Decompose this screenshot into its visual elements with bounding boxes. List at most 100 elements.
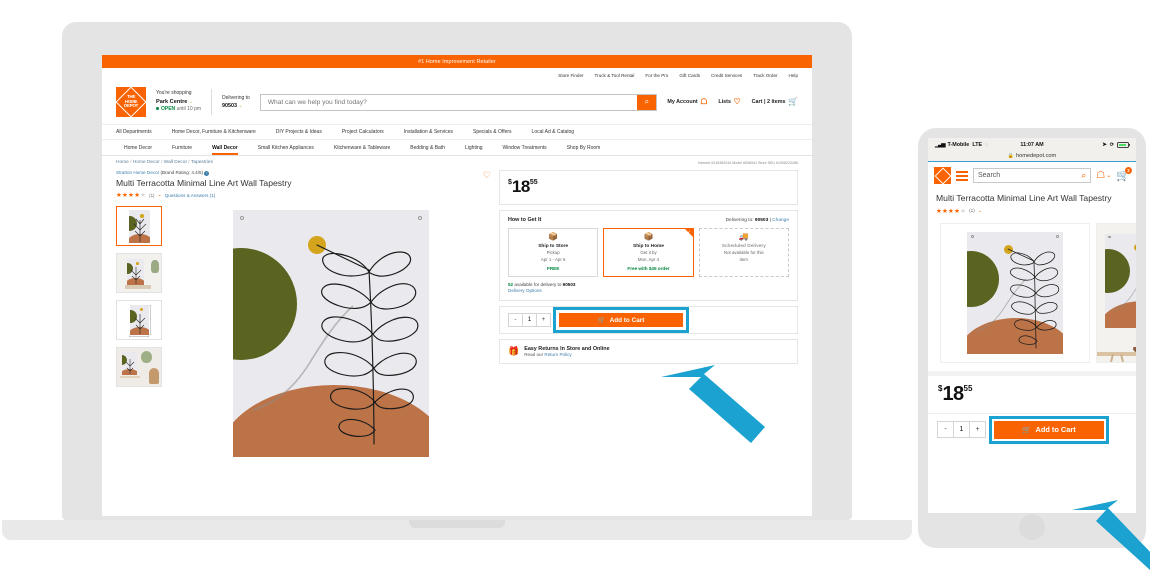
hamburger-menu-icon[interactable] bbox=[956, 170, 968, 181]
breadcrumb-row: Home / Home Decor / Wall Decor / Tapestr… bbox=[102, 156, 812, 167]
cart-label: Cart | 2 items bbox=[751, 99, 786, 105]
nav-home-decor-furniture[interactable]: Home Decor, Furniture & Kitchenware bbox=[172, 129, 256, 135]
utility-link-for-the-pro[interactable]: For the Pro bbox=[645, 73, 668, 78]
brand-name[interactable]: Stratton Home Decor bbox=[116, 170, 159, 175]
review-count: (1) bbox=[969, 208, 975, 214]
nav-local-ad-catalog[interactable]: Local Ad & Catalog bbox=[532, 129, 575, 135]
fulfillment-option-ship-to-store[interactable]: 📦 Ship to Store Pickup Apr 1 - Apr 6 FREE bbox=[508, 228, 599, 278]
quantity-stepper[interactable]: - 1 + bbox=[937, 421, 986, 439]
easy-returns-card: 🎁 Easy Returns In Store and Online Read … bbox=[499, 339, 798, 365]
wishlist-heart-icon[interactable]: ♡ bbox=[483, 170, 491, 181]
ios-status-bar: ▁▃▅ T-Mobile LTE ◌ 11:07 AM ➤ ⟳ bbox=[928, 138, 1136, 151]
fulfillment-option-ship-to-home[interactable]: 📦 Ship to Home Get it byMon, Apr 4 Free … bbox=[603, 228, 694, 278]
chevron-down-icon[interactable]: ⌄ bbox=[158, 192, 162, 198]
search-icon[interactable]: ⌕ bbox=[1081, 170, 1086, 181]
utility-link-store-finder[interactable]: Store Finder bbox=[558, 73, 583, 78]
phone-home-button[interactable] bbox=[1019, 514, 1045, 540]
breadcrumb-home[interactable]: Home bbox=[116, 160, 129, 165]
carousel-slide-1[interactable] bbox=[940, 222, 1090, 363]
breadcrumb-wall-decor[interactable]: Wall Decor bbox=[164, 160, 187, 165]
arrow-pointing-to-desktop-add-to-cart bbox=[661, 365, 765, 443]
url-text: homedepot.com bbox=[1016, 153, 1057, 159]
subnav-small-kitchen-appliances[interactable]: Small Kitchen Appliances bbox=[258, 145, 314, 151]
carousel-slide-2[interactable] bbox=[1096, 222, 1136, 363]
return-policy-link[interactable]: Return Policy bbox=[544, 352, 571, 357]
quantity-decrease-button[interactable]: - bbox=[509, 314, 522, 326]
site-header: THE HOME DEPOT You're shopping Park Centre… bbox=[102, 83, 812, 124]
wifi-icon: ◌ bbox=[985, 141, 989, 148]
thumbnail-3[interactable] bbox=[116, 300, 162, 340]
quantity-value[interactable]: 1 bbox=[953, 422, 970, 438]
mobile-add-to-cart-row: - 1 + 🛒 Add to Cart bbox=[928, 412, 1136, 446]
availability-zip: 90503 bbox=[562, 282, 576, 288]
subnav-window-treatments[interactable]: Window Treatments bbox=[503, 145, 547, 151]
chevron-down-icon[interactable]: ⌄ bbox=[978, 208, 982, 214]
info-icon[interactable]: i bbox=[204, 171, 210, 176]
search-bar[interactable]: ⌕ bbox=[259, 93, 658, 111]
chevron-down-icon: ⌄ bbox=[188, 98, 193, 105]
breadcrumb-tapestries[interactable]: Tapestries bbox=[191, 160, 213, 165]
breadcrumb: Home / Home Decor / Wall Decor / Tapestr… bbox=[116, 160, 213, 165]
quantity-value[interactable]: 1 bbox=[522, 314, 537, 327]
my-account-button[interactable]: My Account ☖ bbox=[667, 98, 707, 106]
option-tag: Free with $45 order bbox=[627, 266, 670, 272]
hero-image[interactable] bbox=[170, 206, 491, 461]
thumbnail-4[interactable] bbox=[116, 347, 162, 387]
subnav-wall-decor[interactable]: Wall Decor bbox=[212, 145, 238, 155]
account-button[interactable]: ☖ ⌄ bbox=[1096, 170, 1111, 181]
page-title: Multi Terracotta Minimal Line Art Wall T… bbox=[116, 178, 292, 188]
quantity-decrease-button[interactable]: - bbox=[938, 422, 953, 437]
utility-link-credit-services[interactable]: Credit Services bbox=[711, 73, 742, 78]
store-name: Park Centre bbox=[156, 98, 188, 105]
search-input[interactable] bbox=[260, 94, 638, 110]
thumbnail-2[interactable] bbox=[116, 253, 162, 293]
nav-all-departments[interactable]: All Departments bbox=[116, 129, 152, 135]
returns-box-icon: 🎁 bbox=[508, 346, 520, 357]
quantity-increase-button[interactable]: + bbox=[970, 422, 985, 437]
quantity-stepper[interactable]: - 1 + bbox=[508, 313, 551, 328]
nav-installation-services[interactable]: Installation & Services bbox=[404, 129, 453, 135]
rating-row: ★★★★★ (1) ⌄ Questions & Answers (1) bbox=[116, 191, 292, 199]
thumbnail-1[interactable] bbox=[116, 206, 162, 246]
nav-diy-projects[interactable]: DIY Projects & Ideas bbox=[276, 129, 322, 135]
search-icon[interactable]: ⌕ bbox=[637, 94, 657, 110]
subnav-home-decor[interactable]: Home Decor bbox=[124, 145, 152, 151]
delivery-options-link[interactable]: Delivery Options bbox=[508, 288, 789, 293]
delivery-zip-selector[interactable]: Delivering to 90503 ⌄ bbox=[222, 94, 250, 111]
utility-link-truck-tool-rental[interactable]: Truck & Tool Rental bbox=[595, 73, 635, 78]
search-input[interactable]: Search ⌕ bbox=[973, 168, 1092, 183]
phone-device-mockup: ▁▃▅ T-Mobile LTE ◌ 11:07 AM ➤ ⟳ 🔒 homede… bbox=[918, 128, 1146, 548]
utility-link-gift-cards[interactable]: Gift Cards bbox=[679, 73, 700, 78]
delivering-to-zip: 90503 bbox=[754, 217, 769, 223]
box-icon: 📦 bbox=[643, 232, 654, 241]
utility-link-help[interactable]: Help bbox=[789, 73, 798, 78]
utility-link-track-order[interactable]: Track Order bbox=[753, 73, 777, 78]
nav-specials-offers[interactable]: Specials & Offers bbox=[473, 129, 512, 135]
change-zip-link[interactable]: Change bbox=[772, 218, 789, 223]
product-left-column: Stratton Home Decor (Brand Rating: 4.4/5… bbox=[116, 170, 491, 461]
header-actions: My Account ☖ Lists ♡ Cart | 2 items 🛒 bbox=[667, 98, 798, 106]
breadcrumb-home-decor[interactable]: Home Decor bbox=[133, 160, 160, 165]
home-depot-logo-icon[interactable]: THE HOME DEPOT bbox=[115, 86, 147, 118]
lists-button[interactable]: Lists ♡ bbox=[718, 98, 740, 106]
subnav-bedding-bath[interactable]: Bedding & Bath bbox=[410, 145, 445, 151]
subnav-lighting[interactable]: Lighting bbox=[465, 145, 483, 151]
subnav-shop-by-room[interactable]: Shop By Room bbox=[567, 145, 601, 151]
laptop-notch bbox=[409, 520, 505, 528]
browser-url-bar[interactable]: 🔒 homedepot.com bbox=[928, 151, 1136, 162]
option-title: Scheduled Delivery bbox=[721, 244, 766, 249]
nav-project-calculators[interactable]: Project Calculators bbox=[342, 129, 384, 135]
option-sub1: Get it by bbox=[640, 250, 657, 255]
cart-button[interactable]: 🛒 2 bbox=[1116, 167, 1132, 182]
clock: 11:07 AM bbox=[1020, 141, 1044, 148]
mobile-price-card: $ 18 55 bbox=[928, 375, 1136, 413]
subnav-furniture[interactable]: Furniture bbox=[172, 145, 192, 151]
quantity-increase-button[interactable]: + bbox=[537, 314, 550, 326]
cart-button[interactable]: Cart | 2 items 🛒 bbox=[752, 98, 798, 106]
store-open-status: OPEN bbox=[156, 106, 175, 112]
subnav-kitchenware-tableware[interactable]: Kitchenware & Tableware bbox=[334, 145, 390, 151]
mobile-image-carousel[interactable] bbox=[928, 214, 1136, 371]
questions-answers-link[interactable]: Questions & Answers (1) bbox=[165, 193, 216, 198]
home-depot-logo-icon[interactable] bbox=[934, 167, 951, 184]
store-selector[interactable]: You're shopping Park Centre ⌄ OPEN until… bbox=[156, 90, 201, 114]
